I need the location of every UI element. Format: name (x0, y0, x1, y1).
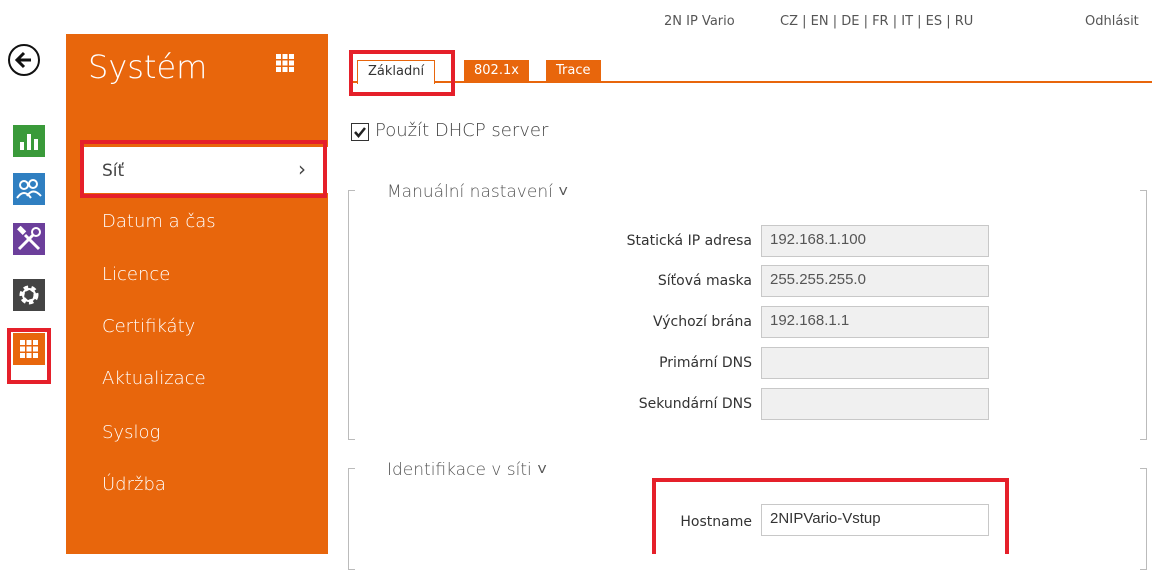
gateway-field[interactable]: 192.168.1.1 (761, 306, 989, 338)
highlight-system-icon (7, 328, 51, 384)
sidebar-item-aktualizace[interactable]: Aktualizace (102, 368, 206, 389)
static-ip-label: Statická IP adresa (626, 233, 752, 249)
back-arrow-icon (15, 51, 31, 69)
language-selector[interactable]: CZ | EN | DE | FR | IT | ES | RU (780, 14, 973, 29)
netmask-label: Síťová maska (657, 273, 752, 289)
back-button[interactable] (8, 44, 40, 76)
netmask-field[interactable]: 255.255.255.0 (761, 265, 989, 297)
identification-title[interactable]: Identifikace v síti ˅ (387, 460, 547, 480)
sidebar: Systém Síť › Datum a čas Licence Certifi… (66, 34, 328, 554)
section-bracket-right (1140, 190, 1147, 440)
checkmark-icon (354, 127, 366, 138)
section-bracket-right (1140, 468, 1147, 570)
tools-icon (17, 226, 41, 251)
device-name: 2N IP Vario (664, 14, 735, 29)
gear-icon (19, 285, 39, 305)
section-bracket-left (348, 190, 355, 440)
sidebar-item-syslog[interactable]: Syslog (102, 422, 160, 443)
dhcp-checkbox[interactable] (351, 123, 369, 141)
sidebar-item-certifikaty[interactable]: Certifikáty (102, 316, 195, 337)
highlight-sit-item (80, 140, 327, 198)
users-menu-button[interactable] (13, 173, 45, 205)
manual-settings-title[interactable]: Manuální nastavení ˅ (387, 182, 568, 202)
top-bar: 2N IP Vario CZ | EN | DE | FR | IT | ES … (0, 14, 1154, 34)
primary-dns-field[interactable] (761, 347, 989, 379)
sidebar-title: Systém (88, 48, 208, 86)
sidebar-item-licence[interactable]: Licence (102, 264, 170, 285)
secondary-dns-field[interactable] (761, 388, 989, 420)
logout-link[interactable]: Odhlásit (1085, 14, 1139, 29)
highlight-hostname (652, 478, 1009, 554)
secondary-dns-label: Sekundární DNS (638, 396, 752, 412)
settings-menu-button[interactable] (13, 279, 45, 311)
stats-menu-button[interactable] (13, 125, 45, 157)
primary-dns-label: Primární DNS (659, 355, 752, 371)
users-icon (16, 179, 42, 199)
sidebar-item-datum[interactable]: Datum a čas (102, 211, 216, 232)
bar-chart-icon (20, 134, 38, 150)
gateway-label: Výchozí brána (653, 314, 752, 330)
grid-icon (276, 54, 294, 72)
static-ip-field[interactable]: 192.168.1.100 (761, 225, 989, 257)
sidebar-item-udrzba[interactable]: Údržba (102, 474, 166, 495)
highlight-zakladni-tab (349, 50, 455, 96)
tools-menu-button[interactable] (13, 223, 45, 255)
dhcp-label: Použít DHCP server (375, 120, 549, 141)
section-bracket-left (348, 468, 355, 570)
sidebar-grid-button[interactable] (276, 54, 294, 77)
tab-trace[interactable]: Trace (546, 60, 601, 82)
tab-8021x[interactable]: 802.1x (464, 60, 529, 82)
